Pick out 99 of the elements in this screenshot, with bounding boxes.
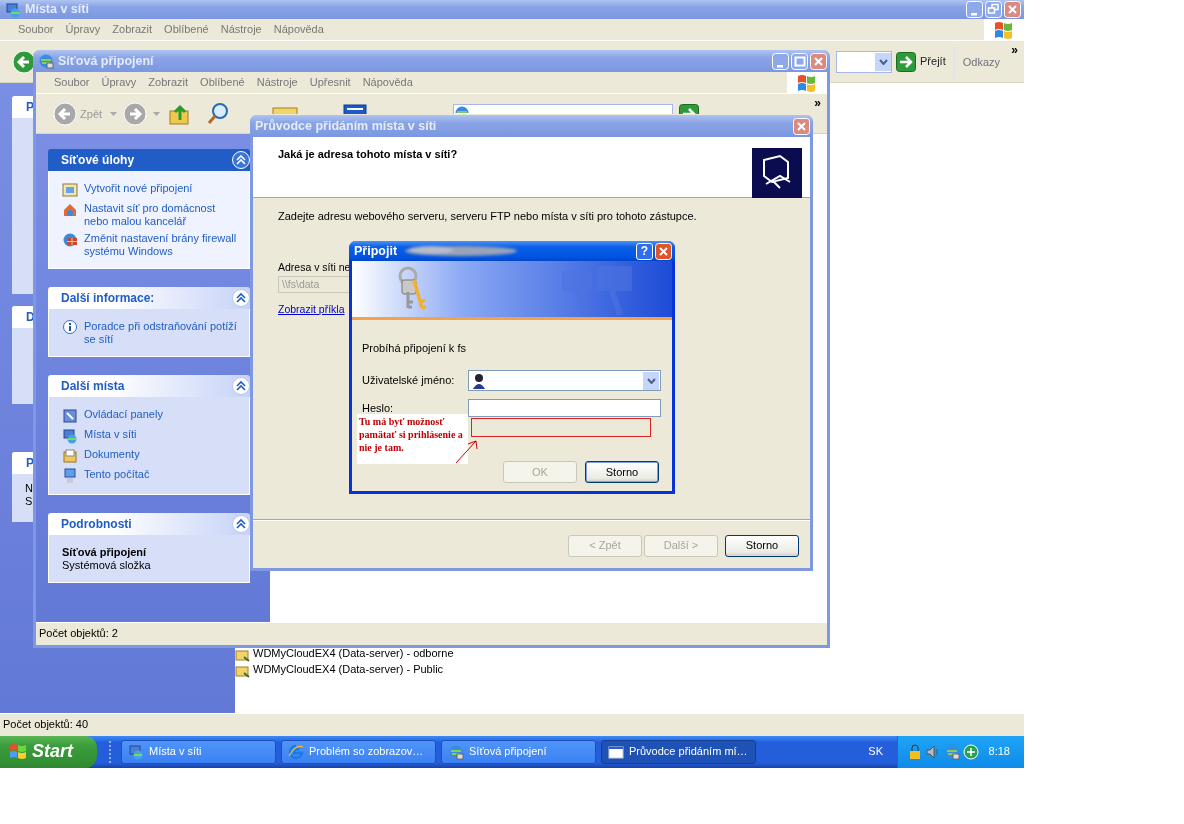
- close-button[interactable]: [793, 117, 810, 135]
- field-label: Heslo:: [362, 401, 395, 415]
- speaker-icon[interactable]: [925, 744, 941, 760]
- maximize-button[interactable]: [791, 52, 808, 70]
- panel-header[interactable]: Podrobnosti: [48, 513, 250, 535]
- window-title: Místa v síti: [25, 2, 90, 17]
- help-button[interactable]: ?: [636, 242, 653, 260]
- menu-item[interactable]: Oblíbené: [158, 22, 215, 37]
- control-panel-icon: [62, 408, 78, 424]
- task-link[interactable]: Změnit nastavení brány firewall systému Windows: [62, 232, 241, 258]
- language-indicator[interactable]: SK: [868, 745, 883, 759]
- minimize-button[interactable]: [966, 1, 983, 18]
- menu-item[interactable]: Soubor: [48, 75, 96, 90]
- menu-item[interactable]: Zobrazit: [106, 22, 159, 37]
- back-button[interactable]: Zpět: [53, 102, 103, 126]
- chevron-button[interactable]: »: [1011, 43, 1018, 58]
- password-field[interactable]: [468, 399, 661, 418]
- file-item[interactable]: WDMyCloudEX4 (Data-server) - Public: [235, 662, 1024, 678]
- network-icon: [62, 428, 78, 444]
- details-description: Systémová složka: [62, 559, 152, 573]
- clock: 8:18: [988, 745, 1010, 759]
- close-button[interactable]: [1004, 1, 1021, 18]
- menu-item[interactable]: Upřesnit: [303, 75, 357, 90]
- close-button[interactable]: [810, 52, 827, 70]
- address-field[interactable]: \\fs\data: [278, 275, 350, 293]
- network-icon: [5, 1, 21, 18]
- wizard-heading: Jaká je adresa tohoto místa v síti?: [278, 148, 459, 162]
- info-icon: [62, 320, 78, 336]
- network-icon: [38, 53, 54, 69]
- panel-text: S: [24, 495, 33, 508]
- window-icon: [608, 744, 624, 760]
- window-title: Síťová připojení: [58, 53, 155, 69]
- menu-item[interactable]: Úpravy: [59, 22, 107, 37]
- menu-item[interactable]: Nápověda: [267, 22, 330, 37]
- start-button[interactable]: Start: [0, 736, 97, 768]
- task-link[interactable]: Nastavit síť pro domácnost nebo malou kancelář: [62, 202, 241, 228]
- taskbar-button[interactable]: Síťová připojení: [441, 740, 596, 764]
- minimize-button[interactable]: [772, 52, 789, 70]
- window-title: Průvodce přidáním místa v síti: [255, 118, 438, 134]
- panel-header[interactable]: Další místa: [48, 375, 250, 397]
- wizard-button[interactable]: Storno: [725, 535, 799, 557]
- username-combobox[interactable]: [468, 370, 661, 392]
- flag-logo: [8, 743, 28, 761]
- computer-icon: [62, 468, 78, 484]
- menu-item[interactable]: Nápověda: [356, 75, 419, 90]
- views-icon[interactable]: [343, 103, 368, 114]
- annotation-note: Tu má byť možnosť pamätať si prihlásenie a nie je tam.: [357, 414, 468, 464]
- menu-item[interactable]: Nástroje: [250, 75, 304, 90]
- window-icon: [62, 182, 78, 198]
- back-icon: [53, 102, 77, 126]
- house-icon: [62, 202, 78, 218]
- network-icon[interactable]: [944, 744, 960, 760]
- panel-text: N: [24, 482, 33, 495]
- address-field[interactable]: [836, 50, 892, 73]
- instruction-text: Zadejte adresu webového serveru, serveru FTP nebo místa v síti pro tohoto zástupce.: [278, 210, 697, 224]
- task-link[interactable]: Dokumenty: [62, 448, 241, 464]
- documents-icon: [62, 448, 78, 464]
- details-name: Síťová připojení: [62, 546, 148, 560]
- search-icon[interactable]: [206, 102, 231, 126]
- browser-e-icon: [288, 744, 304, 760]
- panel-heading: P: [12, 96, 33, 118]
- field-label: Uživatelské jméno:: [362, 374, 456, 388]
- close-button[interactable]: [655, 242, 672, 260]
- collapse-chevron-icon[interactable]: [232, 289, 250, 307]
- panel-header[interactable]: Další informace:: [48, 287, 250, 309]
- collapse-chevron-icon[interactable]: [232, 377, 250, 395]
- dropdown-caret-icon: [110, 112, 118, 116]
- brick-wall-icon: [62, 232, 78, 248]
- file-item[interactable]: WDMyCloudEX4 (Data-server) - odborne: [235, 646, 1024, 662]
- task-link[interactable]: Ovládací panely: [62, 408, 241, 424]
- links-label[interactable]: Odkazy: [953, 46, 1000, 77]
- restore-button[interactable]: [985, 1, 1002, 18]
- person-icon: [472, 372, 486, 389]
- example-link[interactable]: Zobrazit příkla: [278, 302, 345, 316]
- menu-item[interactable]: Úpravy: [95, 75, 143, 90]
- address-field[interactable]: [453, 104, 674, 114]
- forward-icon[interactable]: [123, 102, 148, 126]
- menu-item[interactable]: Oblíbené: [194, 75, 251, 90]
- network-icon: [128, 744, 144, 760]
- padlock-icon[interactable]: [908, 744, 922, 760]
- panel-heading: P: [12, 452, 33, 474]
- task-link[interactable]: Vytvořit nové připojení: [62, 182, 241, 198]
- go-button[interactable]: Přejít: [896, 51, 946, 72]
- menu-item[interactable]: Nástroje: [214, 22, 268, 37]
- task-link[interactable]: Tento počítač: [62, 468, 241, 484]
- menu-item[interactable]: Soubor: [12, 22, 60, 37]
- menu-item[interactable]: Zobrazit: [142, 75, 195, 90]
- dialog-button[interactable]: Storno: [585, 461, 659, 484]
- network-icon: [448, 744, 464, 760]
- dropdown-caret-icon: [153, 112, 161, 116]
- window-title: Připojit: [354, 243, 398, 259]
- chevron-button[interactable]: »: [814, 96, 821, 111]
- taskbar-button[interactable]: Průvodce přidáním mí…: [601, 740, 756, 764]
- task-link[interactable]: Místa v síti: [62, 428, 241, 444]
- panel-header[interactable]: Síťové úlohy: [48, 149, 250, 171]
- connecting-message: Probíhá připojení k fs: [362, 342, 467, 356]
- taskbar-button[interactable]: Problém so zobrazov…: [281, 740, 436, 764]
- taskbar-button[interactable]: Místa v síti: [121, 740, 276, 764]
- collapse-chevron-icon[interactable]: [232, 515, 250, 533]
